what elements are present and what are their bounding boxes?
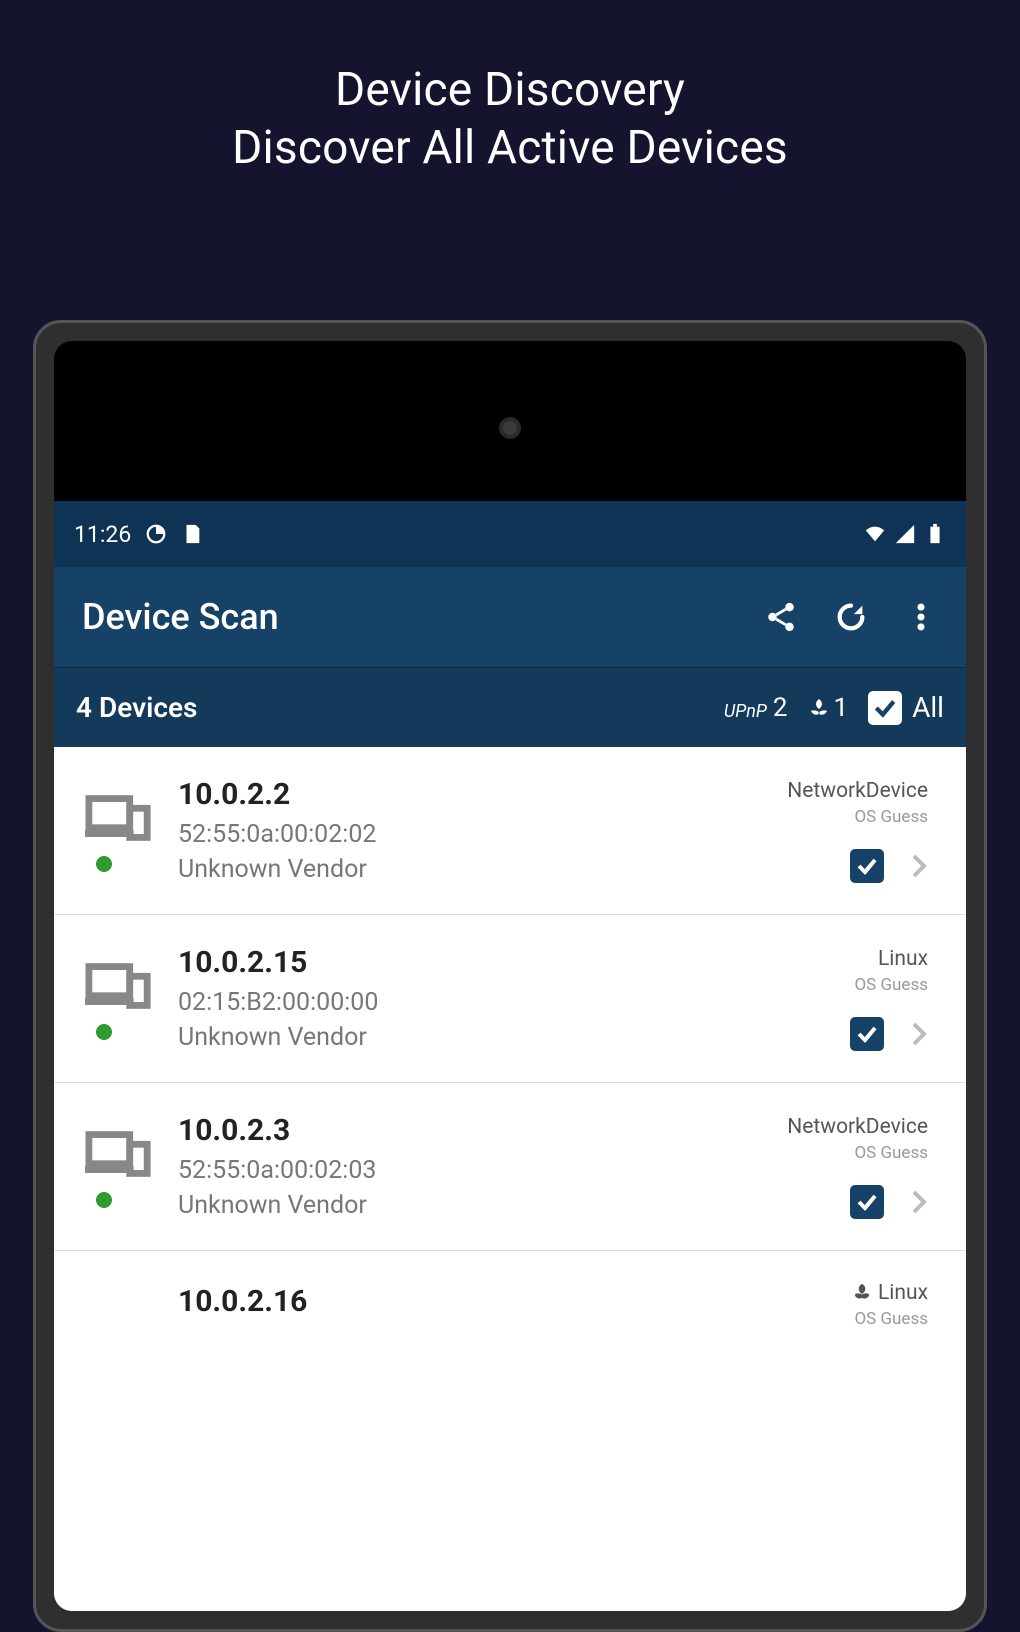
device-ip: 10.0.2.15 bbox=[178, 945, 850, 980]
devices-icon bbox=[85, 790, 153, 846]
device-os-col: Linux OS Guess bbox=[850, 947, 928, 1051]
promo-line2: Discover All Active Devices bbox=[0, 120, 1020, 178]
online-status-dot bbox=[96, 1024, 112, 1040]
device-ip: 10.0.2.3 bbox=[178, 1113, 787, 1148]
select-all-checkbox[interactable] bbox=[868, 691, 902, 725]
device-vendor: Unknown Vendor bbox=[178, 855, 787, 884]
device-icon-col bbox=[76, 790, 162, 872]
bonjour-icon bbox=[852, 1283, 872, 1303]
device-ip: 10.0.2.16 bbox=[178, 1284, 852, 1319]
device-info: 10.0.2.3 52:55:0a:00:02:03 Unknown Vendo… bbox=[162, 1113, 787, 1220]
wifi-icon bbox=[864, 523, 886, 545]
tablet-inner: 11:26 Device Scan bbox=[54, 341, 966, 1611]
device-info: 10.0.2.15 02:15:B2:00:00:00 Unknown Vend… bbox=[162, 945, 850, 1052]
device-list[interactable]: 10.0.2.2 52:55:0a:00:02:02 Unknown Vendo… bbox=[54, 747, 966, 1611]
device-mac: 52:55:0a:00:02:03 bbox=[178, 1156, 787, 1185]
promo-headline: Device Discovery Discover All Active Dev… bbox=[0, 0, 1020, 177]
device-os-col: NetworkDevice OS Guess bbox=[787, 1115, 928, 1219]
devices-icon bbox=[85, 958, 153, 1014]
app-screen: 11:26 Device Scan bbox=[54, 501, 966, 1611]
device-mac: 02:15:B2:00:00:00 bbox=[178, 988, 850, 1017]
device-os-col: NetworkDevice OS Guess bbox=[787, 779, 928, 883]
data-saver-icon bbox=[145, 523, 167, 545]
app-title: Device Scan bbox=[82, 596, 279, 638]
sd-card-icon bbox=[181, 523, 203, 545]
signal-icon bbox=[894, 523, 916, 545]
device-icon-col bbox=[76, 958, 162, 1040]
device-row[interactable]: 10.0.2.2 52:55:0a:00:02:02 Unknown Vendo… bbox=[54, 747, 966, 915]
app-actions bbox=[764, 600, 938, 634]
os-guess-label: OS Guess bbox=[854, 1143, 928, 1163]
device-count-label: 4 Devices bbox=[76, 691, 197, 724]
os-guess-label: OS Guess bbox=[854, 807, 928, 827]
chevron-right-icon[interactable] bbox=[910, 1020, 928, 1048]
device-vendor: Unknown Vendor bbox=[178, 1023, 850, 1052]
tablet-frame: 11:26 Device Scan bbox=[33, 320, 987, 1632]
os-guess-label: OS Guess bbox=[854, 1309, 928, 1329]
device-row[interactable]: 10.0.2.16 Linux OS Guess bbox=[54, 1251, 966, 1359]
bonjour-icon bbox=[807, 697, 831, 721]
os-guess-label: OS Guess bbox=[854, 975, 928, 995]
device-ip: 10.0.2.2 bbox=[178, 777, 787, 812]
device-os-col: Linux OS Guess bbox=[852, 1281, 928, 1329]
battery-icon bbox=[924, 523, 946, 545]
tablet-camera bbox=[499, 417, 521, 439]
summary-right: UPnP 2 1 All bbox=[724, 691, 944, 725]
summary-bar: 4 Devices UPnP 2 1 All bbox=[54, 667, 966, 747]
status-right bbox=[864, 523, 946, 545]
device-checkbox[interactable] bbox=[850, 1185, 884, 1219]
select-all-control[interactable]: All bbox=[868, 691, 944, 725]
bonjour-indicator: 1 bbox=[807, 693, 848, 723]
device-os: NetworkDevice bbox=[787, 1115, 928, 1139]
select-all-label: All bbox=[912, 691, 944, 724]
device-os: NetworkDevice bbox=[787, 779, 928, 803]
promo-line1: Device Discovery bbox=[0, 62, 1020, 120]
device-os: Linux bbox=[878, 947, 928, 971]
device-mac: 52:55:0a:00:02:02 bbox=[178, 820, 787, 849]
status-time: 11:26 bbox=[74, 521, 131, 548]
device-info: 10.0.2.2 52:55:0a:00:02:02 Unknown Vendo… bbox=[162, 777, 787, 884]
device-row[interactable]: 10.0.2.15 02:15:B2:00:00:00 Unknown Vend… bbox=[54, 915, 966, 1083]
device-vendor: Unknown Vendor bbox=[178, 1191, 787, 1220]
share-button[interactable] bbox=[764, 600, 798, 634]
upnp-indicator: UPnP 2 bbox=[724, 693, 788, 723]
device-checkbox[interactable] bbox=[850, 849, 884, 883]
refresh-button[interactable] bbox=[834, 600, 868, 634]
online-status-dot bbox=[96, 1192, 112, 1208]
device-icon-col bbox=[76, 1126, 162, 1208]
app-bar: Device Scan bbox=[54, 567, 966, 667]
device-checkbox[interactable] bbox=[850, 1017, 884, 1051]
chevron-right-icon[interactable] bbox=[910, 852, 928, 880]
overflow-menu-button[interactable] bbox=[904, 600, 938, 634]
device-info: 10.0.2.16 bbox=[162, 1284, 852, 1327]
device-os: Linux bbox=[852, 1281, 928, 1305]
status-left: 11:26 bbox=[74, 521, 203, 548]
online-status-dot bbox=[96, 856, 112, 872]
devices-icon bbox=[85, 1126, 153, 1182]
device-row[interactable]: 10.0.2.3 52:55:0a:00:02:03 Unknown Vendo… bbox=[54, 1083, 966, 1251]
status-bar: 11:26 bbox=[54, 501, 966, 567]
chevron-right-icon[interactable] bbox=[910, 1188, 928, 1216]
